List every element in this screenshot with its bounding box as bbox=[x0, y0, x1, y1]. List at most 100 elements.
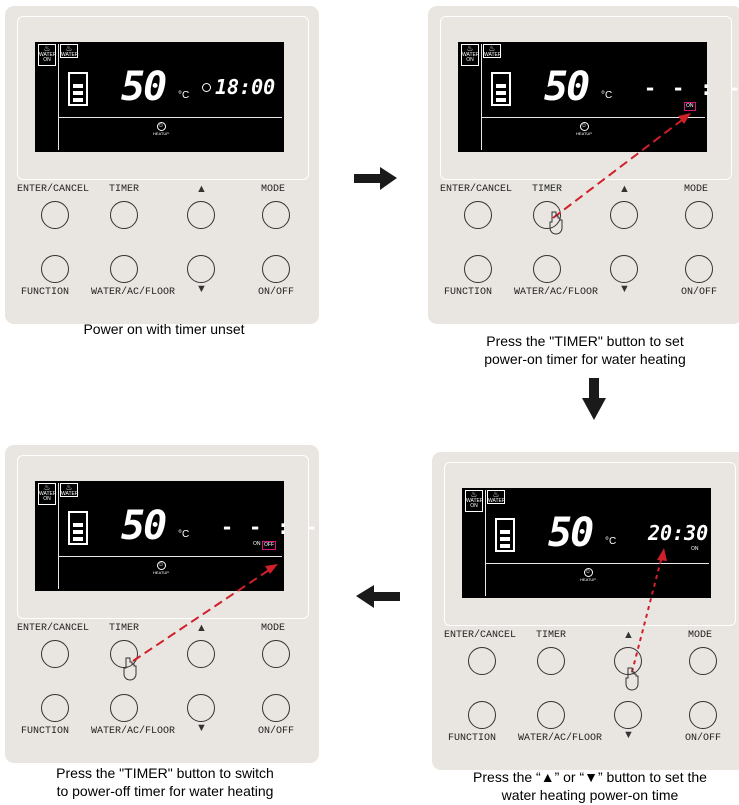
water-on-status-icon: ♨ WATER ON bbox=[38, 483, 57, 505]
temperature-readout: 50 bbox=[548, 510, 594, 556]
temperature-unit: °C bbox=[178, 90, 190, 101]
lcd-divider-vertical bbox=[58, 44, 59, 150]
water-ac-floor-button[interactable] bbox=[110, 255, 138, 283]
temperature-readout: 50 bbox=[121, 64, 167, 110]
on-off-label: ON/OFF bbox=[258, 287, 295, 298]
black-arrow-right-icon bbox=[354, 167, 397, 190]
enter-cancel-button[interactable] bbox=[41, 640, 69, 668]
on-off-button[interactable] bbox=[262, 255, 290, 283]
down-arrow-label: ▼ bbox=[196, 722, 207, 734]
on-off-button[interactable] bbox=[685, 255, 713, 283]
mode-label: MODE bbox=[261, 623, 286, 634]
mode-button[interactable] bbox=[689, 647, 717, 675]
enter-cancel-button[interactable] bbox=[468, 647, 496, 675]
down-button[interactable] bbox=[187, 255, 215, 283]
function-label: FUNCTION bbox=[21, 287, 70, 298]
caption-panel-4-line-1: Press the “▲” or “▼” button to set the bbox=[473, 769, 707, 785]
water-ac-floor-button[interactable] bbox=[533, 255, 561, 283]
controller-panel-set-on-timer: ♨WATERON ♨WATER 50 °C - - : - - ON ☺HEAT… bbox=[428, 6, 739, 324]
caption-panel-3-line-1: Press the "TIMER" button to switch bbox=[56, 765, 274, 781]
enter-cancel-button[interactable] bbox=[41, 201, 69, 229]
timer-label: TIMER bbox=[109, 184, 140, 195]
mode-button[interactable] bbox=[262, 640, 290, 668]
function-label: FUNCTION bbox=[444, 287, 493, 298]
up-arrow-label: ▲ bbox=[196, 183, 207, 195]
up-button[interactable] bbox=[614, 647, 642, 675]
caption-panel-2-line-2: power-on timer for water heating bbox=[484, 351, 686, 367]
temperature-readout: 50 bbox=[544, 64, 590, 110]
lcd-divider-vertical bbox=[485, 490, 486, 596]
lcd-divider-vertical bbox=[481, 44, 482, 150]
water-ac-floor-label: WATER/AC/FLOOR bbox=[91, 726, 176, 737]
timer-button[interactable] bbox=[533, 201, 561, 229]
function-label: FUNCTION bbox=[21, 726, 70, 737]
timer-label: TIMER bbox=[532, 184, 563, 195]
down-button[interactable] bbox=[187, 694, 215, 722]
water-mode-icon: ♨ WATER bbox=[60, 44, 79, 58]
timer-time: 20:30 bbox=[648, 521, 709, 545]
function-button[interactable] bbox=[41, 694, 69, 722]
off-timer-flag: OFF bbox=[262, 541, 276, 550]
down-button[interactable] bbox=[614, 701, 642, 729]
on-off-label: ON/OFF bbox=[258, 726, 295, 737]
timer-placeholder: - - : - - bbox=[644, 76, 739, 100]
water-level-indicator bbox=[68, 511, 88, 545]
mode-button[interactable] bbox=[685, 201, 713, 229]
on-off-label: ON/OFF bbox=[681, 287, 718, 298]
on-timer-flag: ON bbox=[253, 541, 261, 547]
mode-button[interactable] bbox=[262, 201, 290, 229]
function-button[interactable] bbox=[468, 701, 496, 729]
function-label: FUNCTION bbox=[448, 733, 497, 744]
up-button[interactable] bbox=[187, 201, 215, 229]
caption-panel-3: Press the "TIMER" button to switch to po… bbox=[15, 764, 315, 800]
water-on-status-icon: ♨ WATER ON bbox=[461, 44, 480, 66]
water-ac-floor-button[interactable] bbox=[110, 694, 138, 722]
lcd-divider-horizontal bbox=[59, 117, 282, 118]
enter-cancel-button[interactable] bbox=[464, 201, 492, 229]
on-off-button[interactable] bbox=[689, 701, 717, 729]
water-ac-floor-button[interactable] bbox=[537, 701, 565, 729]
heatup-icon: ☺ HEATUP bbox=[576, 122, 592, 136]
lcd-divider-horizontal bbox=[59, 556, 282, 557]
caption-panel-3-line-2: to power-off timer for water heating bbox=[56, 783, 274, 799]
timer-placeholder: - - : - - bbox=[221, 515, 348, 539]
up-button[interactable] bbox=[610, 201, 638, 229]
function-button[interactable] bbox=[464, 255, 492, 283]
lcd-divider-horizontal bbox=[482, 117, 705, 118]
enter-cancel-label: ENTER/CANCEL bbox=[17, 184, 90, 195]
caption-panel-4: Press the “▲” or “▼” button to set the w… bbox=[440, 768, 739, 804]
temperature-readout: 50 bbox=[121, 503, 167, 549]
controller-panel-set-on-time: ♨ WATER ON ♨ WATER 50 °C 20:30 ON ☺ HEATUP E… bbox=[432, 452, 739, 770]
down-arrow-label: ▼ bbox=[623, 729, 634, 741]
down-arrow-label: ▼ bbox=[196, 283, 207, 295]
water-ac-floor-label: WATER/AC/FLOOR bbox=[91, 287, 176, 298]
function-button[interactable] bbox=[41, 255, 69, 283]
down-arrow-label: ▼ bbox=[619, 283, 630, 295]
timer-button[interactable] bbox=[110, 640, 138, 668]
water-on-status-icon: ♨ WATER ON bbox=[38, 44, 57, 66]
up-arrow-label: ▲ bbox=[196, 622, 207, 634]
timer-button[interactable] bbox=[110, 201, 138, 229]
lcd-divider-horizontal bbox=[486, 563, 709, 564]
water-mode-icon: ♨ WATER bbox=[487, 490, 506, 504]
up-arrow-label: ▲ bbox=[619, 183, 630, 195]
timer-label: TIMER bbox=[536, 630, 567, 641]
controller-panel-switch-off-timer: ♨ WATER ON ♨ WATER 50 °C - - : - - ON OFF ☺… bbox=[5, 445, 345, 763]
caption-panel-1: Power on with timer unset bbox=[83, 321, 245, 337]
caption-panel-4-line-2: water heating power-on time bbox=[501, 787, 679, 803]
down-button[interactable] bbox=[610, 255, 638, 283]
on-timer-flag: ON bbox=[684, 102, 696, 111]
on-off-button[interactable] bbox=[262, 694, 290, 722]
caption-panel-2-line-1: Press the "TIMER" button to set bbox=[486, 333, 684, 349]
water-mode-icon: ♨ WATER bbox=[60, 483, 79, 497]
lcd-divider-vertical bbox=[58, 483, 59, 589]
timer-label: TIMER bbox=[109, 623, 140, 634]
enter-cancel-label: ENTER/CANCEL bbox=[440, 184, 513, 195]
caption-panel-2: Press the "TIMER" button to set power-on… bbox=[430, 332, 739, 368]
enter-cancel-label: ENTER/CANCEL bbox=[444, 630, 517, 641]
water-ac-floor-label: WATER/AC/FLOOR bbox=[514, 287, 599, 298]
up-button[interactable] bbox=[187, 640, 215, 668]
timer-button[interactable] bbox=[537, 647, 565, 675]
lcd-display: ♨ WATER ON ♨ WATER 50 °C 18:00 ☺ HEATUP bbox=[35, 42, 284, 152]
water-level-indicator bbox=[68, 72, 88, 106]
